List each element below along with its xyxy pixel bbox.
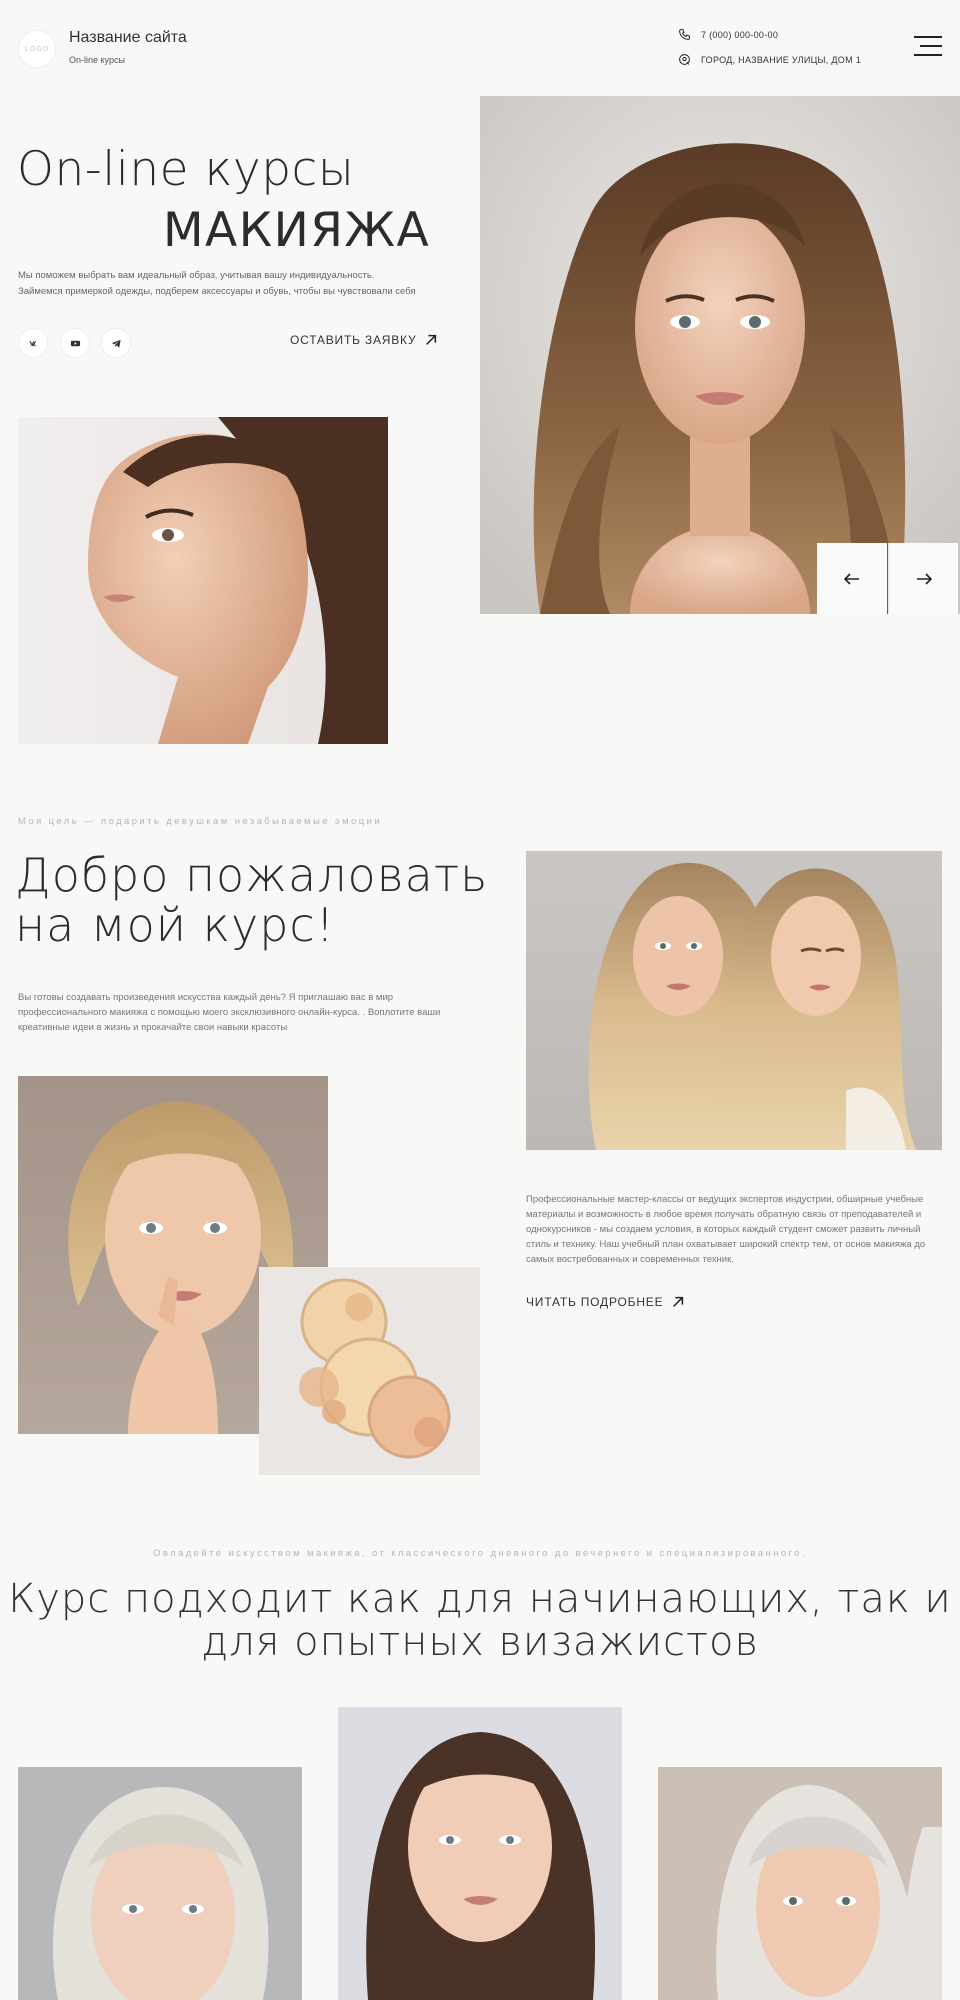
- about-title-line2: на мой курс!: [15, 898, 336, 952]
- logo-text: LOGO: [24, 45, 50, 53]
- read-more-label: ЧИТАТЬ ПОДРОБНЕЕ: [526, 1295, 664, 1309]
- phone-number: 7 (000) 000-00-00: [701, 29, 779, 40]
- telegram-icon[interactable]: [101, 328, 131, 358]
- hero-description-line2: Займемся примеркой одежды, подберем аксе…: [18, 286, 416, 297]
- silver-hair-photo: [658, 1767, 942, 2000]
- course-title-line1: Курс подходит как для начинающих, так и: [8, 1576, 952, 1622]
- course-eyebrow: Овладейте искусством макияжа, от классич…: [153, 1548, 807, 1559]
- hero-title-line2: МАКИЯЖА: [163, 203, 431, 258]
- powder-photo: [259, 1267, 480, 1475]
- site-subtitle: On-line курсы: [69, 55, 125, 65]
- vk-icon[interactable]: [18, 328, 48, 358]
- platinum-bob-photo: [18, 1767, 302, 2000]
- hero-profile-photo: [18, 417, 388, 744]
- logo[interactable]: LOGO: [18, 30, 56, 68]
- site-name[interactable]: Название сайта: [69, 29, 187, 47]
- hamburger-icon[interactable]: [914, 36, 942, 58]
- address-text: ГОРОД, НАЗВАНИЕ УЛИЦЫ, ДОМ 1: [701, 54, 862, 65]
- arrow-up-right-icon: [673, 1296, 684, 1307]
- course-title-line2: для опытных визажистов: [201, 1619, 759, 1665]
- request-button-label: ОСТАВИТЬ ЗАЯВКУ: [290, 333, 417, 347]
- two-models-photo: [526, 851, 942, 1150]
- about-title-line1: Добро пожаловать: [15, 848, 489, 902]
- about-description: Вы готовы создавать произведения искусст…: [18, 992, 441, 1033]
- location-icon: [679, 54, 690, 65]
- phone-contact[interactable]: 7 (000) 000-00-00: [678, 28, 778, 41]
- slider-prev-button[interactable]: [817, 543, 887, 614]
- phone-icon: [679, 29, 690, 40]
- slider-next-button[interactable]: [888, 543, 958, 614]
- hero-description-line1: Мы поможем выбрать вам идеальный образ, …: [18, 270, 375, 281]
- youtube-icon[interactable]: [60, 328, 90, 358]
- address-contact: ГОРОД, НАЗВАНИЕ УЛИЦЫ, ДОМ 1: [678, 53, 861, 66]
- arrow-left-icon: [844, 572, 859, 585]
- arrow-up-right-icon: [426, 334, 437, 345]
- about-eyebrow: Моя цель — подарить девушкам незабываемы…: [18, 816, 383, 827]
- brunette-photo: [338, 1707, 622, 2000]
- request-button[interactable]: ОСТАВИТЬ ЗАЯВКУ: [290, 333, 438, 347]
- about-title: Добро пожаловать на мой курс!: [15, 850, 488, 950]
- hero-main-photo: [480, 96, 960, 614]
- arrow-right-icon: [916, 572, 932, 585]
- hero-title-line1: On-line курсы: [17, 142, 355, 197]
- course-title: Курс подходит как для начинающих, так и …: [0, 1578, 960, 1664]
- about-long-description: Профессиональные мастер-классы от ведущи…: [526, 1194, 926, 1265]
- hero-description: Мы поможем выбрать вам идеальный образ, …: [18, 268, 458, 300]
- read-more-button[interactable]: ЧИТАТЬ ПОДРОБНЕЕ: [526, 1295, 685, 1309]
